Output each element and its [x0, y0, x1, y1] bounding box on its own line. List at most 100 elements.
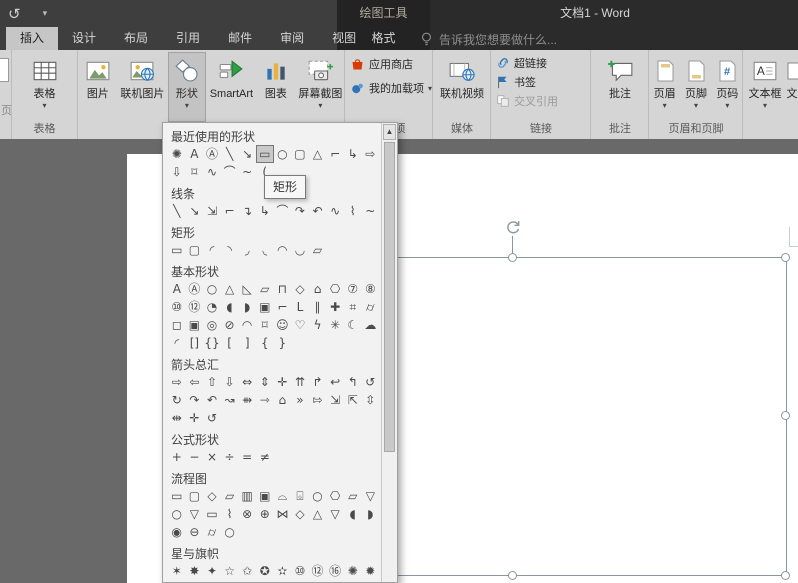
shape-cell[interactable]: ✪: [256, 562, 274, 580]
shape-cell[interactable]: ✚: [326, 298, 344, 316]
shape-cell[interactable]: Ⓐ: [203, 145, 221, 163]
shape-cell[interactable]: ⌂: [309, 280, 327, 298]
shape-cell[interactable]: ✫: [274, 562, 292, 580]
shape-cell[interactable]: A: [186, 145, 204, 163]
shape-cell[interactable]: +: [168, 448, 186, 466]
shape-cell[interactable]: ⌭: [362, 298, 380, 316]
shape-cell[interactable]: ⇩: [168, 163, 186, 181]
shape-cell[interactable]: ⎔: [326, 487, 344, 505]
shape-cell[interactable]: ↳: [344, 145, 362, 163]
shape-cell[interactable]: ↝: [221, 391, 239, 409]
shape-cell[interactable]: []: [186, 334, 204, 352]
shape-cell[interactable]: ⌇: [221, 505, 239, 523]
shape-cell[interactable]: ╲: [168, 202, 186, 220]
shape-cell[interactable]: ⌓: [274, 487, 292, 505]
shape-cell[interactable]: ▭: [203, 505, 221, 523]
shape-cell[interactable]: ▱: [309, 241, 327, 259]
shape-cell[interactable]: ⎔: [326, 280, 344, 298]
tab-review[interactable]: 审阅: [266, 27, 318, 50]
hyperlink-button[interactable]: 超链接: [492, 55, 590, 71]
shape-cell[interactable]: ▽: [362, 487, 380, 505]
shape-cell[interactable]: ⌐: [221, 202, 239, 220]
shape-cell[interactable]: ∥: [309, 298, 327, 316]
resize-handle-middle-right[interactable]: [781, 411, 790, 420]
shape-cell[interactable]: [: [221, 334, 239, 352]
shape-cell[interactable]: ⌇: [344, 202, 362, 220]
comment-button[interactable]: 批注: [600, 52, 640, 122]
scrollbar-thumb[interactable]: [384, 142, 395, 452]
pictures-button[interactable]: 图片: [79, 52, 117, 122]
shape-cell[interactable]: ⌗: [344, 298, 362, 316]
shape-cell[interactable]: ✛: [186, 409, 204, 427]
shape-cell[interactable]: ✺: [344, 562, 362, 580]
shape-cell[interactable]: ∿: [203, 163, 221, 181]
shape-cell[interactable]: ○: [168, 505, 186, 523]
shape-cell[interactable]: ⇰: [309, 391, 327, 409]
shape-cell[interactable]: ↰: [344, 373, 362, 391]
qat-customize-icon[interactable]: ▾: [43, 8, 48, 19]
screenshot-button[interactable]: 屏幕截图 ▾: [297, 52, 344, 122]
shape-cell[interactable]: L: [291, 298, 309, 316]
text-box-button[interactable]: A 文本框 ▾: [746, 52, 784, 122]
shape-cell[interactable]: ◗: [362, 505, 380, 523]
shape-cell[interactable]: ◇: [203, 487, 221, 505]
tab-layout[interactable]: 布局: [110, 27, 162, 50]
shape-cell[interactable]: ⑩: [168, 298, 186, 316]
shape-cell[interactable]: ▱: [221, 487, 239, 505]
shape-cell[interactable]: ⑧: [362, 280, 380, 298]
shape-cell[interactable]: ↶: [309, 202, 327, 220]
tab-references[interactable]: 引用: [162, 27, 214, 50]
shape-cell[interactable]: ▢: [186, 487, 204, 505]
shape-cell[interactable]: ◖: [344, 505, 362, 523]
shape-cell[interactable]: ⊕: [256, 505, 274, 523]
shape-cell[interactable]: ⊓: [274, 280, 292, 298]
shape-cell[interactable]: ϟ: [309, 316, 327, 334]
online-pictures-button[interactable]: 联机图片: [119, 52, 166, 122]
shapes-button[interactable]: 形状 ▾: [168, 52, 206, 122]
shape-cell[interactable]: ◜: [203, 241, 221, 259]
shape-cell[interactable]: ⌐: [326, 145, 344, 163]
page-number-button[interactable]: # 页码 ▾: [713, 52, 742, 122]
shape-cell[interactable]: ⑦: [344, 280, 362, 298]
shape-cell[interactable]: ⊖: [186, 523, 204, 541]
shape-cell[interactable]: ▢: [186, 241, 204, 259]
resize-handle-bottom-right[interactable]: [781, 571, 790, 580]
shape-cell[interactable]: {}: [203, 334, 221, 352]
shape-cell[interactable]: ↺: [362, 373, 380, 391]
shape-cell[interactable]: =: [238, 448, 256, 466]
shape-cell[interactable]: ◗: [238, 298, 256, 316]
header-button[interactable]: 页眉 ▾: [650, 52, 679, 122]
shape-cell[interactable]: △: [221, 280, 239, 298]
shape-cell[interactable]: {: [256, 334, 274, 352]
shape-cell[interactable]: ○: [309, 487, 327, 505]
shape-cell[interactable]: ▽: [326, 505, 344, 523]
shape-cell[interactable]: ◜: [168, 334, 186, 352]
shape-cell[interactable]: ◟: [256, 241, 274, 259]
shape-cell[interactable]: A: [168, 280, 186, 298]
shape-cell[interactable]: ⑫: [186, 298, 204, 316]
shape-cell[interactable]: ⌒: [274, 202, 292, 220]
table-button[interactable]: 表格 ▾: [25, 52, 65, 122]
shape-cell[interactable]: ⌺: [291, 487, 309, 505]
shape-cell[interactable]: ⇨: [168, 373, 186, 391]
shape-cell[interactable]: ◡: [291, 241, 309, 259]
shape-cell[interactable]: ◔: [203, 298, 221, 316]
shape-cell[interactable]: ≠: [256, 448, 274, 466]
rotation-handle-icon[interactable]: [504, 218, 522, 236]
shape-cell[interactable]: ○: [203, 280, 221, 298]
shape-cell[interactable]: ⇾: [256, 391, 274, 409]
shape-cell[interactable]: ~: [362, 202, 380, 220]
shape-cell[interactable]: ⋈: [274, 505, 292, 523]
shape-cell[interactable]: ÷: [221, 448, 239, 466]
shape-cell[interactable]: ╲: [221, 145, 239, 163]
shape-cell[interactable]: ⌐: [274, 298, 292, 316]
shape-cell[interactable]: ✺: [168, 145, 186, 163]
shape-cell[interactable]: ○: [221, 523, 239, 541]
shape-cell[interactable]: ⇈: [291, 373, 309, 391]
shape-cell[interactable]: ↘: [238, 145, 256, 163]
shape-cell[interactable]: ✛: [274, 373, 292, 391]
tab-view[interactable]: 视图: [318, 27, 370, 50]
shape-cell[interactable]: ♡: [291, 316, 309, 334]
shape-cell[interactable]: ↷: [186, 391, 204, 409]
shape-cell[interactable]: ◝: [221, 241, 239, 259]
